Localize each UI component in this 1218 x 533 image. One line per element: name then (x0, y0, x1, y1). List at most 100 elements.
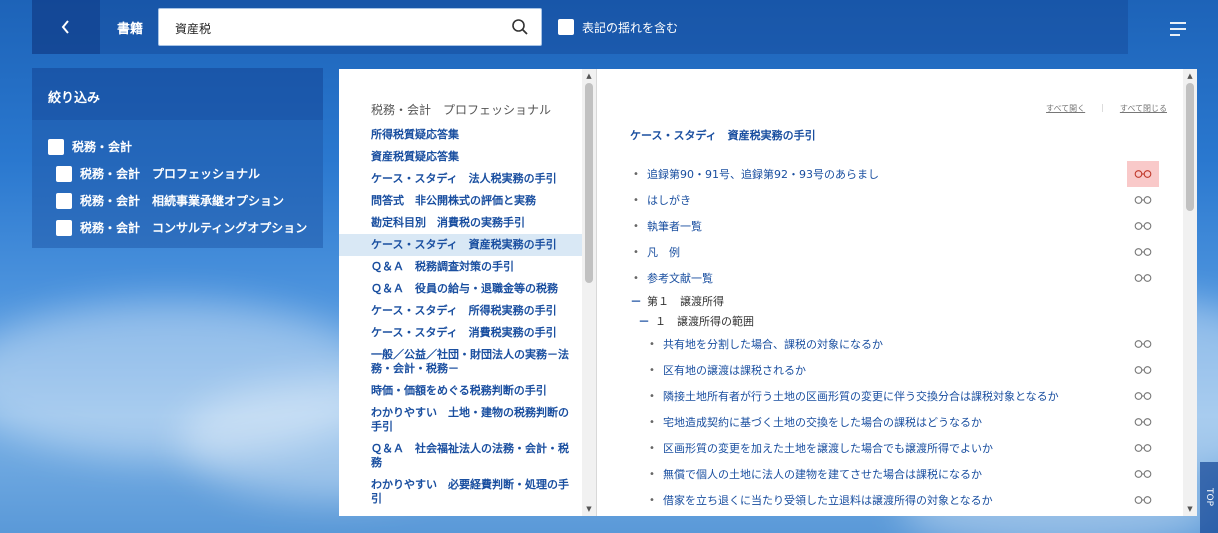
toc-item: • 追録第90・91号、追録第92・93号のあらまし (597, 161, 1183, 187)
filter-item[interactable]: 税務・会計 コンサルティングオプション (32, 214, 323, 241)
toc-item: • 共有地を分割した場合、課税の対象になるか (597, 331, 1183, 357)
book-item[interactable]: ケース・スタディ 法人税実務の手引 (339, 168, 583, 190)
bullet-icon: • (649, 442, 655, 454)
book-item[interactable]: Ｑ＆Ａ 役員の給与・退職金等の税務 (339, 278, 583, 300)
filter-title: 絞り込み (32, 68, 323, 120)
toc-item-link[interactable]: 執筆者一覧 (647, 218, 702, 234)
toc-item: • 参考文献一覧 (597, 265, 1183, 291)
toc-item: • 区有地の譲渡は課税されるか (597, 357, 1183, 383)
variant-spelling-checkbox[interactable] (558, 19, 574, 35)
bullet-icon: • (649, 416, 655, 428)
toc-item-link[interactable]: 隣接土地所有者が行う土地の区画形質の変更に伴う交換分合は課税対象となるか (663, 388, 1059, 404)
search-input[interactable] (175, 18, 495, 38)
view-glasses-icon[interactable] (1127, 331, 1159, 357)
bullet-icon: • (633, 246, 639, 258)
filter-checkbox[interactable] (48, 138, 64, 155)
book-item[interactable]: 一般／公益／社団・財団法人の実務－法務・会計・税務－ (339, 344, 583, 380)
filter-item[interactable]: 税務・会計 (32, 133, 323, 160)
toc-item-link[interactable]: 区画形質の変更を加えた土地を譲渡した場合でも譲渡所得でよいか (663, 440, 993, 456)
view-glasses-icon[interactable] (1127, 265, 1159, 291)
view-glasses-icon[interactable] (1127, 487, 1159, 513)
filter-checkbox[interactable] (56, 165, 72, 182)
search-box (158, 8, 542, 46)
toc-item-link[interactable]: 無償で個人の土地に法人の建物を建てさせた場合は課税になるか (663, 466, 982, 482)
bullet-icon: • (649, 468, 655, 480)
view-glasses-icon[interactable] (1127, 435, 1159, 461)
toc-section-label: 第１ 譲渡所得 (647, 295, 724, 308)
chevron-left-icon (61, 20, 69, 34)
toc-item-link[interactable]: 共有地を分割した場合、課税の対象になるか (663, 336, 883, 352)
book-item[interactable]: 所得税質疑応答集 (339, 124, 583, 146)
filter-list: 税務・会計税務・会計 プロフェッショナル税務・会計 相続事業承継オプション税務・… (32, 120, 323, 248)
filter-item-label: 税務・会計 相続事業承継オプション (80, 194, 285, 208)
view-glasses-icon[interactable] (1127, 187, 1159, 213)
scroll-thumb[interactable] (585, 83, 593, 283)
book-list-panel: 税務・会計 プロフェッショナル 所得税質疑応答集 資産税質疑応答集 ケース・スタディ… (339, 69, 597, 516)
collapse-icon[interactable]: － (629, 293, 643, 309)
toc-item-link[interactable]: 参考文献一覧 (647, 270, 713, 286)
filter-item[interactable]: 税務・会計 相続事業承継オプション (32, 187, 323, 214)
scroll-up-icon[interactable]: ▲ (585, 72, 593, 80)
search-scope-label: 書籍 (117, 22, 144, 37)
view-glasses-icon[interactable] (1127, 161, 1159, 187)
search-icon[interactable] (511, 18, 529, 36)
view-glasses-icon[interactable] (1127, 383, 1159, 409)
toc-section: － １ 譲渡所得の範囲 (597, 311, 1183, 331)
toc-scrollbar[interactable]: ▲ ▼ (1183, 69, 1197, 516)
toc-item-link[interactable]: 追録第90・91号、追録第92・93号のあらまし (647, 166, 879, 182)
toc-book-title: ケース・スタディ 資産税実務の手引 (630, 129, 816, 142)
bullet-icon: • (649, 338, 655, 350)
toc-actions: すべて開く | すべて閉じる (1046, 103, 1167, 114)
menu-icon[interactable] (1168, 19, 1188, 37)
back-button[interactable] (32, 0, 100, 54)
view-glasses-icon[interactable] (1127, 213, 1159, 239)
book-item[interactable]: Ｑ＆Ａ 社会福祉法人の法務・会計・税務 (339, 438, 583, 474)
variant-spelling-label: 表記の揺れを含む (582, 21, 679, 35)
filter-item-label: 税務・会計 プロフェッショナル (80, 167, 261, 181)
toc-item: • 執筆者一覧 (597, 213, 1183, 239)
filter-checkbox[interactable] (56, 192, 72, 209)
scroll-up-icon[interactable]: ▲ (1186, 72, 1194, 80)
toc-item: • 借家を立ち退くに当たり受領した立退料は譲渡所得の対象となるか (597, 487, 1183, 513)
bullet-icon: • (649, 364, 655, 376)
book-item[interactable]: 勘定科目別 消費税の実務手引 (339, 212, 583, 234)
toc-actions-divider: | (1101, 103, 1104, 112)
book-item[interactable]: 問答式 非公開株式の評価と実務 (339, 190, 583, 212)
toc-item-link[interactable]: 借家を立ち退くに当たり受領した立退料は譲渡所得の対象となるか (663, 492, 993, 508)
collapse-icon[interactable]: － (637, 313, 651, 329)
filter-item[interactable]: 税務・会計 プロフェッショナル (32, 160, 323, 187)
book-item[interactable]: 時価・価額をめぐる税務判断の手引 (339, 380, 583, 402)
book-item[interactable]: わかりやすい 必要経費判断・処理の手引 (339, 474, 583, 510)
toc-item-link[interactable]: 凡 例 (647, 244, 680, 260)
toc-section: － 第１ 譲渡所得 (597, 291, 1183, 311)
toc-item-link[interactable]: はしがき (647, 192, 691, 208)
scroll-down-icon[interactable]: ▼ (585, 505, 593, 513)
view-glasses-icon[interactable] (1127, 409, 1159, 435)
filter-panel: 絞り込み 税務・会計税務・会計 プロフェッショナル税務・会計 相続事業承継オプシ… (32, 68, 323, 248)
bullet-icon: • (649, 390, 655, 402)
bullet-icon: • (633, 220, 639, 232)
book-item[interactable]: 資産税質疑応答集 (339, 146, 583, 168)
view-glasses-icon[interactable] (1127, 461, 1159, 487)
toc-item-link[interactable]: 宅地造成契約に基づく土地の交換をした場合の課税はどうなるか (663, 414, 982, 430)
view-glasses-icon[interactable] (1127, 239, 1159, 265)
expand-all-link[interactable]: すべて開く (1046, 103, 1085, 114)
book-item[interactable]: Ｑ＆Ａ 税務調査対策の手引 (339, 256, 583, 278)
book-item[interactable]: わかりやすい 土地・建物の税務判断の手引 (339, 402, 583, 438)
toc-item: • 区画形質の変更を加えた土地を譲渡した場合でも譲渡所得でよいか (597, 435, 1183, 461)
scroll-down-icon[interactable]: ▼ (1186, 505, 1194, 513)
book-item[interactable]: ケース・スタディ 資産税実務の手引 (339, 234, 583, 256)
book-item[interactable]: ケース・スタディ 消費税実務の手引 (339, 322, 583, 344)
back-to-top-button[interactable]: TOP (1200, 462, 1218, 533)
back-to-top-label: TOP (1204, 488, 1214, 507)
toc-item: • 無償で個人の土地に法人の建物を建てさせた場合は課税になるか (597, 461, 1183, 487)
view-glasses-icon[interactable] (1127, 357, 1159, 383)
toc-section-label: １ 譲渡所得の範囲 (655, 315, 754, 328)
toc-item-link[interactable]: 区有地の譲渡は課税されるか (663, 362, 806, 378)
scroll-thumb[interactable] (1186, 83, 1194, 211)
filter-checkbox[interactable] (56, 219, 72, 236)
collapse-all-link[interactable]: すべて閉じる (1120, 103, 1167, 114)
bullet-icon: • (633, 168, 639, 180)
book-item[interactable]: ケース・スタディ 所得税実務の手引 (339, 300, 583, 322)
book-list-scrollbar[interactable]: ▲ ▼ (582, 69, 596, 516)
